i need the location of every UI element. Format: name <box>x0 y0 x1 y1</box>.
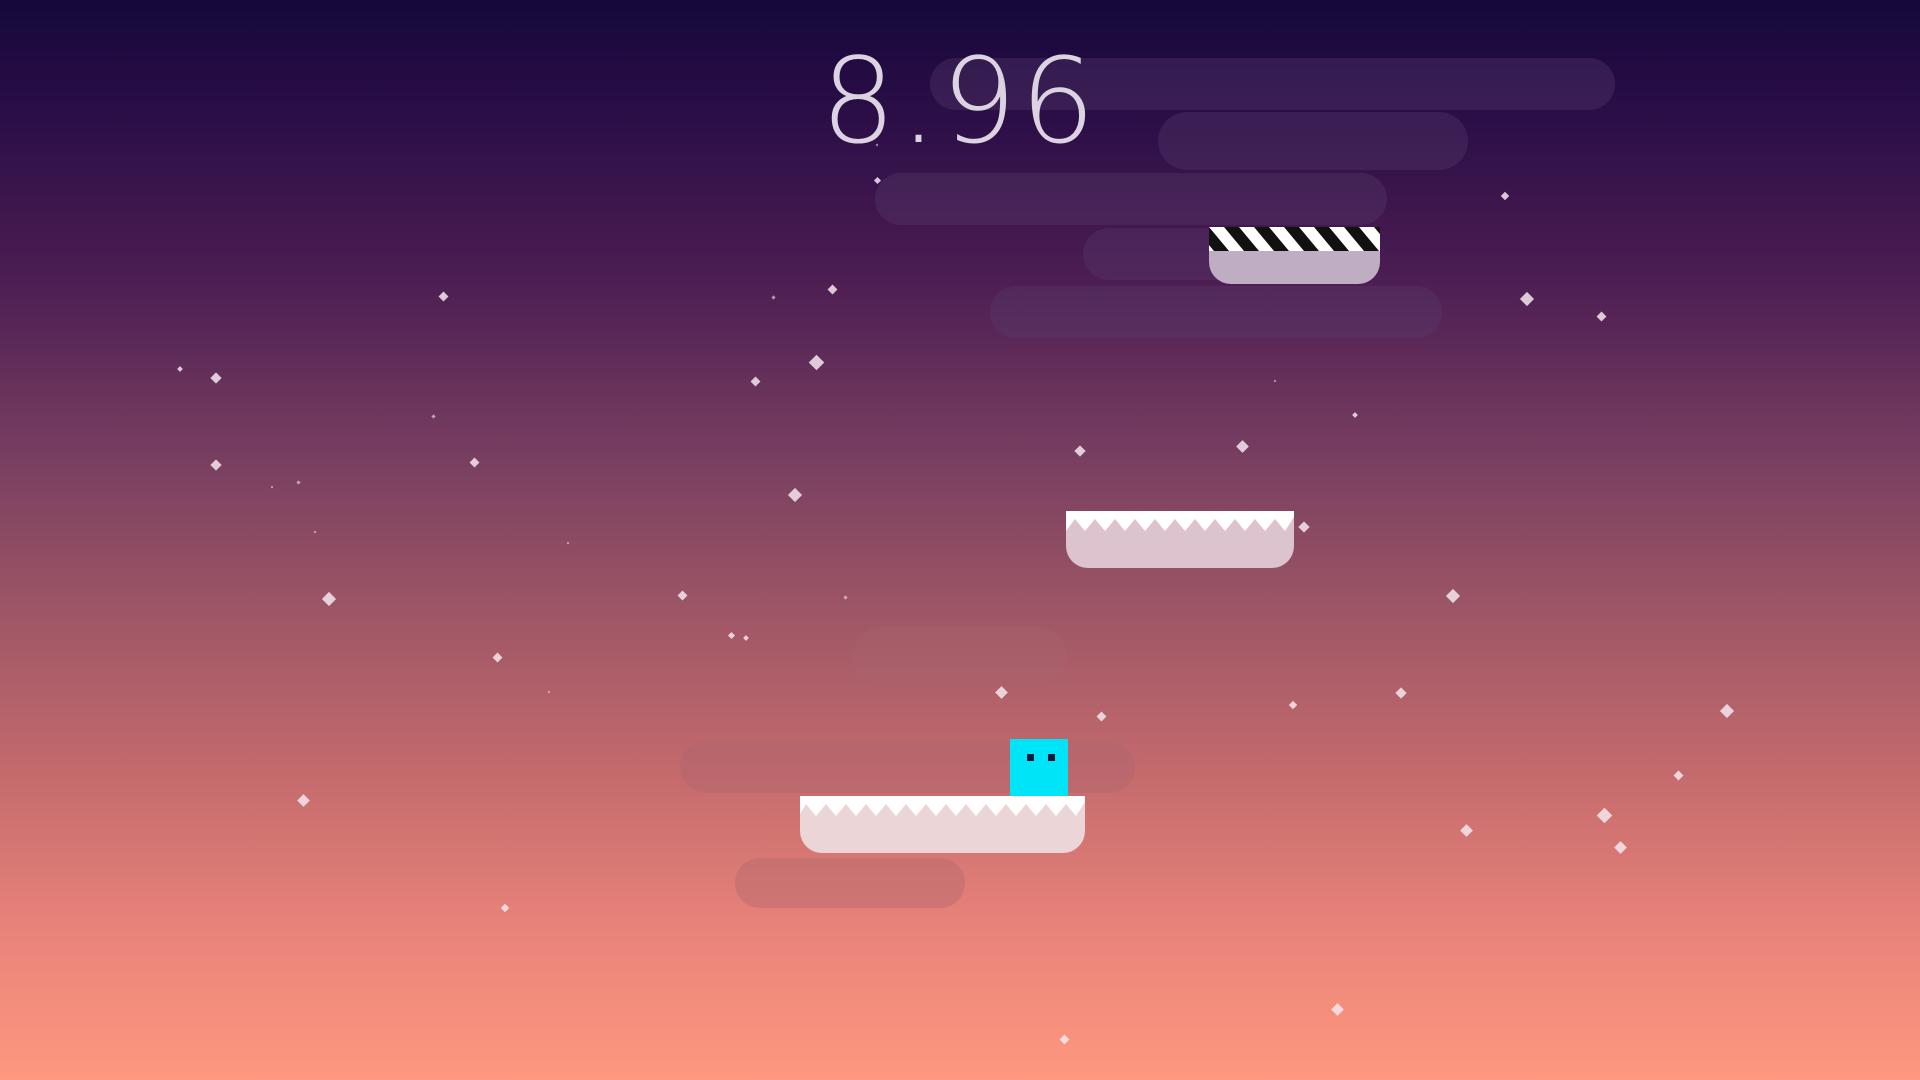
sparkle <box>321 591 337 607</box>
cloud <box>990 286 1442 338</box>
sparkle <box>1235 439 1249 453</box>
sparkle <box>210 459 222 471</box>
sparkle <box>1074 445 1086 457</box>
spiky-platform-middle <box>1066 511 1294 568</box>
sparkle <box>313 530 317 534</box>
game-screen[interactable]: 8.96 <box>0 0 1920 1080</box>
sparkle <box>1330 1002 1344 1016</box>
sparkle <box>547 690 551 694</box>
player-cube[interactable] <box>1010 739 1068 796</box>
sparkle <box>1596 807 1612 823</box>
sparkle <box>1459 823 1473 837</box>
sparkle <box>1059 1034 1069 1044</box>
sparkle <box>566 541 570 545</box>
sparkle <box>1613 840 1627 854</box>
sparkle <box>1673 770 1683 780</box>
sparkle <box>469 457 479 467</box>
sparkle <box>438 291 448 301</box>
finish-platform <box>1209 227 1380 284</box>
sparkle <box>1445 588 1461 604</box>
sparkle <box>270 485 274 489</box>
sparkle <box>1096 711 1106 721</box>
player-eye-right <box>1048 754 1055 761</box>
sparkle <box>296 793 310 807</box>
sparkle <box>1519 291 1535 307</box>
spiky-platform-bottom <box>800 796 1085 853</box>
sparkle <box>743 635 749 641</box>
sparkle <box>500 903 510 913</box>
spike-strip <box>800 796 1085 816</box>
sparkle <box>1596 311 1606 321</box>
sparkle <box>210 372 222 384</box>
sparkle <box>1273 379 1277 383</box>
hazard-stripe <box>1209 227 1380 251</box>
sparkle <box>1395 687 1407 699</box>
sparkle <box>808 354 824 370</box>
timer-display: 8.96 <box>820 32 1100 170</box>
sparkle <box>842 594 848 600</box>
sparkle <box>1719 703 1735 719</box>
sparkle <box>727 631 735 639</box>
sparkle <box>1352 412 1358 418</box>
sparkle <box>492 652 502 662</box>
sparkle <box>295 479 301 485</box>
sparkle <box>787 487 803 503</box>
sparkle <box>750 376 760 386</box>
cloud <box>735 858 965 908</box>
cloud <box>875 173 1387 225</box>
sparkle <box>994 685 1008 699</box>
spike-strip <box>1066 511 1294 531</box>
player-eye-left <box>1027 754 1034 761</box>
sparkle <box>1500 191 1510 201</box>
sparkle <box>1288 700 1298 710</box>
sparkle <box>430 413 436 419</box>
sparkle <box>1298 521 1310 533</box>
cloud <box>852 627 1067 687</box>
sparkle <box>177 366 183 372</box>
sparkle <box>827 284 837 294</box>
sparkle <box>677 590 687 600</box>
sparkle <box>770 294 776 300</box>
